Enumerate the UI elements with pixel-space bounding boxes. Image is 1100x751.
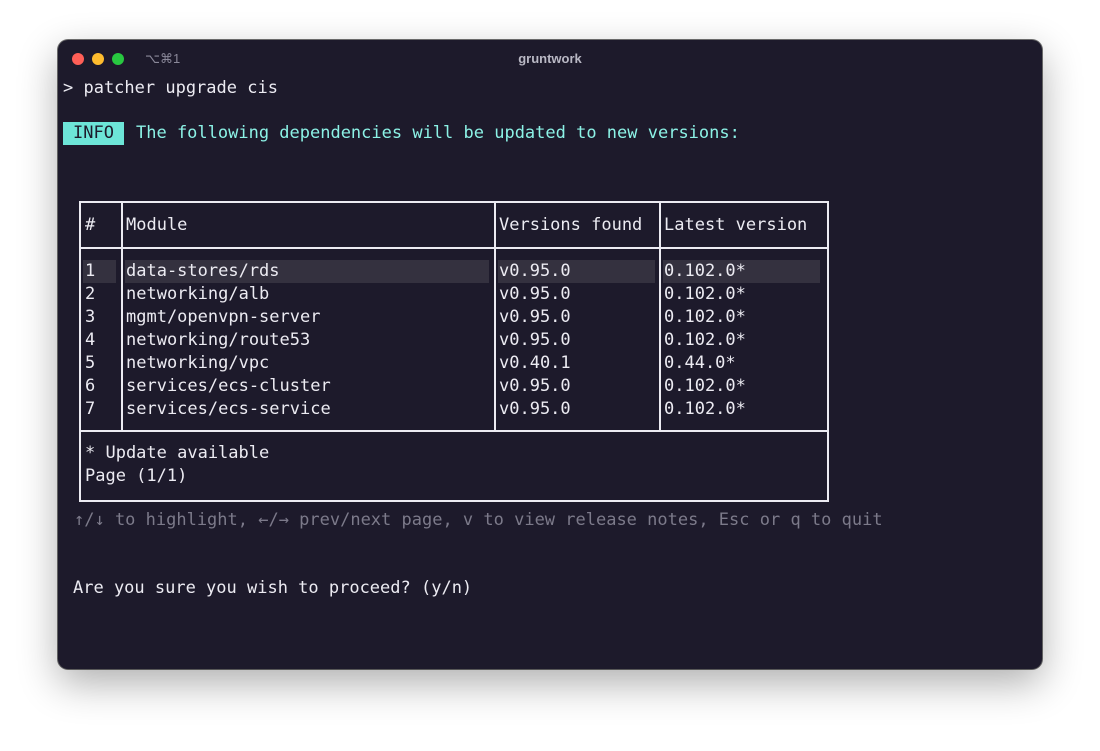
row-version-found[interactable]: v0.95.0 (499, 398, 571, 421)
info-message: The following dependencies will be updat… (136, 123, 740, 143)
row-num[interactable]: 2 (85, 283, 95, 306)
row-latest-version[interactable]: 0.44.0* (664, 352, 736, 375)
title-bar: ⌥⌘1 gruntwork (58, 40, 1042, 78)
table-column-divider (121, 203, 123, 430)
confirm-prompt[interactable]: Are you sure you wish to proceed? (y/n) (73, 577, 472, 600)
table-footer-divider (81, 430, 827, 432)
row-module[interactable]: services/ecs-cluster (126, 375, 331, 398)
table-column-divider (494, 203, 496, 430)
info-badge: INFO (63, 122, 124, 145)
page-indicator: Page (1/1) (85, 466, 188, 486)
row-version-found[interactable]: v0.95.0 (499, 260, 571, 283)
row-module[interactable]: data-stores/rds (126, 260, 280, 283)
row-num[interactable]: 1 (85, 260, 95, 283)
table-column-divider (659, 203, 661, 430)
row-latest-version[interactable]: 0.102.0* (664, 306, 746, 329)
terminal-window: ⌥⌘1 gruntwork > patcher upgrade cis INFO… (58, 40, 1042, 669)
row-latest-version[interactable]: 0.102.0* (664, 375, 746, 398)
row-module[interactable]: networking/alb (126, 283, 269, 306)
command-line: > patcher upgrade cis (63, 78, 278, 98)
header-latest-version: Latest version (664, 215, 808, 235)
row-version-found[interactable]: v0.95.0 (499, 283, 571, 306)
table-header-divider (81, 247, 827, 249)
row-module[interactable]: services/ecs-service (126, 398, 331, 421)
row-version-found[interactable]: v0.95.0 (499, 306, 571, 329)
row-num[interactable]: 6 (85, 375, 95, 398)
row-latest-version[interactable]: 0.102.0* (664, 329, 746, 352)
header-versions-found: Versions found (499, 215, 643, 235)
row-latest-version[interactable]: 0.102.0* (664, 283, 746, 306)
row-module[interactable]: mgmt/openvpn-server (126, 306, 320, 329)
dependencies-table: # Module Versions found Latest version 1… (79, 201, 829, 502)
header-num: # (85, 215, 96, 235)
row-num[interactable]: 7 (85, 398, 95, 421)
row-module[interactable]: networking/route53 (126, 329, 310, 352)
header-module: Module (126, 215, 188, 235)
row-version-found[interactable]: v0.40.1 (499, 352, 571, 375)
row-latest-version[interactable]: 0.102.0* (664, 398, 746, 421)
row-num[interactable]: 3 (85, 306, 95, 329)
row-num[interactable]: 5 (85, 352, 95, 375)
row-version-found[interactable]: v0.95.0 (499, 329, 571, 352)
keyboard-hint: ↑/↓ to highlight, ←/→ prev/next page, v … (74, 510, 883, 530)
row-latest-version[interactable]: 0.102.0* (664, 260, 746, 283)
row-version-found[interactable]: v0.95.0 (499, 375, 571, 398)
window-title: gruntwork (518, 51, 582, 66)
row-num[interactable]: 4 (85, 329, 95, 352)
update-available-note: * Update available (85, 443, 270, 463)
row-module[interactable]: networking/vpc (126, 352, 269, 375)
